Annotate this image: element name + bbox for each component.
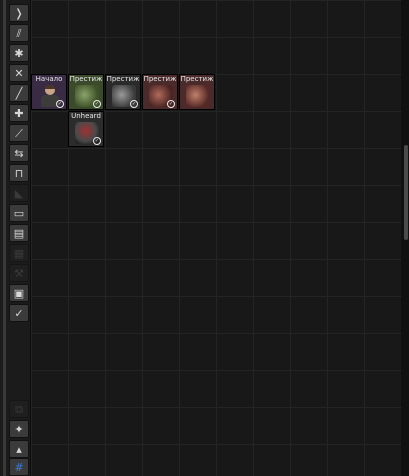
tree-node-prestige-4[interactable]: Престиж xyxy=(179,74,215,110)
completed-check-icon: ✓ xyxy=(130,100,138,108)
shoe-icon[interactable]: ◣ xyxy=(9,184,29,202)
gear-icon[interactable]: ✱ xyxy=(9,44,29,62)
completed-check-icon: ✓ xyxy=(167,100,175,108)
pin-icon[interactable]: ✦ xyxy=(9,420,29,438)
node-label: Престиж xyxy=(106,75,140,83)
completed-check-icon: ✓ xyxy=(93,100,101,108)
document-icon[interactable]: ▣ xyxy=(9,284,29,302)
copy-icon[interactable]: ⧉ xyxy=(9,400,29,418)
measure-icon[interactable]: ⊓ xyxy=(9,164,29,182)
tree-node-start[interactable]: Начало ✓ xyxy=(31,74,67,110)
vertical-scrollbar[interactable] xyxy=(401,0,409,476)
lock-icon[interactable]: ▴ xyxy=(9,440,29,458)
multi-brush-icon[interactable]: ⫽ xyxy=(9,24,29,42)
skill-tree-grid[interactable] xyxy=(31,0,401,476)
tree-node-unheard[interactable]: Unheard ✓ xyxy=(68,111,104,147)
tree-node-prestige-2[interactable]: Престиж ✓ xyxy=(105,74,141,110)
add-icon[interactable]: ✚ xyxy=(9,104,29,122)
tag-icon[interactable]: # xyxy=(9,458,29,476)
completed-check-icon: ✓ xyxy=(93,137,101,145)
node-label: Престиж xyxy=(69,75,103,83)
completed-check-icon: ✓ xyxy=(56,100,64,108)
red-prestige-ammo-icon xyxy=(186,85,210,107)
left-toolbar: ❭ ⫽ ✱ ✕ ╱ ✚ ⟋ ⇆ ⊓ ◣ ▭ ▤ ▦ ⚒ ▣ ✓ ⧉ ✦ ▴ # xyxy=(0,0,31,476)
node-label: Престиж xyxy=(180,75,214,83)
node-label: Unheard xyxy=(71,112,101,120)
node-label: Начало xyxy=(35,75,63,83)
knife-icon[interactable]: ⟋ xyxy=(9,124,29,142)
stack-icon[interactable]: ▦ xyxy=(9,244,29,262)
checkmark-icon[interactable]: ✓ xyxy=(9,304,29,322)
brush-icon[interactable]: ❭ xyxy=(9,4,29,22)
close-icon[interactable]: ✕ xyxy=(9,64,29,82)
wrench-icon[interactable]: ⚒ xyxy=(9,264,29,282)
swap-icon[interactable]: ⇆ xyxy=(9,144,29,162)
toolbox-icon[interactable]: ▭ xyxy=(9,204,29,222)
tree-node-prestige-3[interactable]: Престиж ✓ xyxy=(142,74,178,110)
scrollbar-thumb[interactable] xyxy=(404,145,408,240)
node-label: Престиж xyxy=(143,75,177,83)
toolbar-edge xyxy=(3,0,6,476)
tree-node-prestige-1[interactable]: Престиж ✓ xyxy=(68,74,104,110)
clipboard-icon[interactable]: ▤ xyxy=(9,224,29,242)
line-icon[interactable]: ╱ xyxy=(9,84,29,102)
